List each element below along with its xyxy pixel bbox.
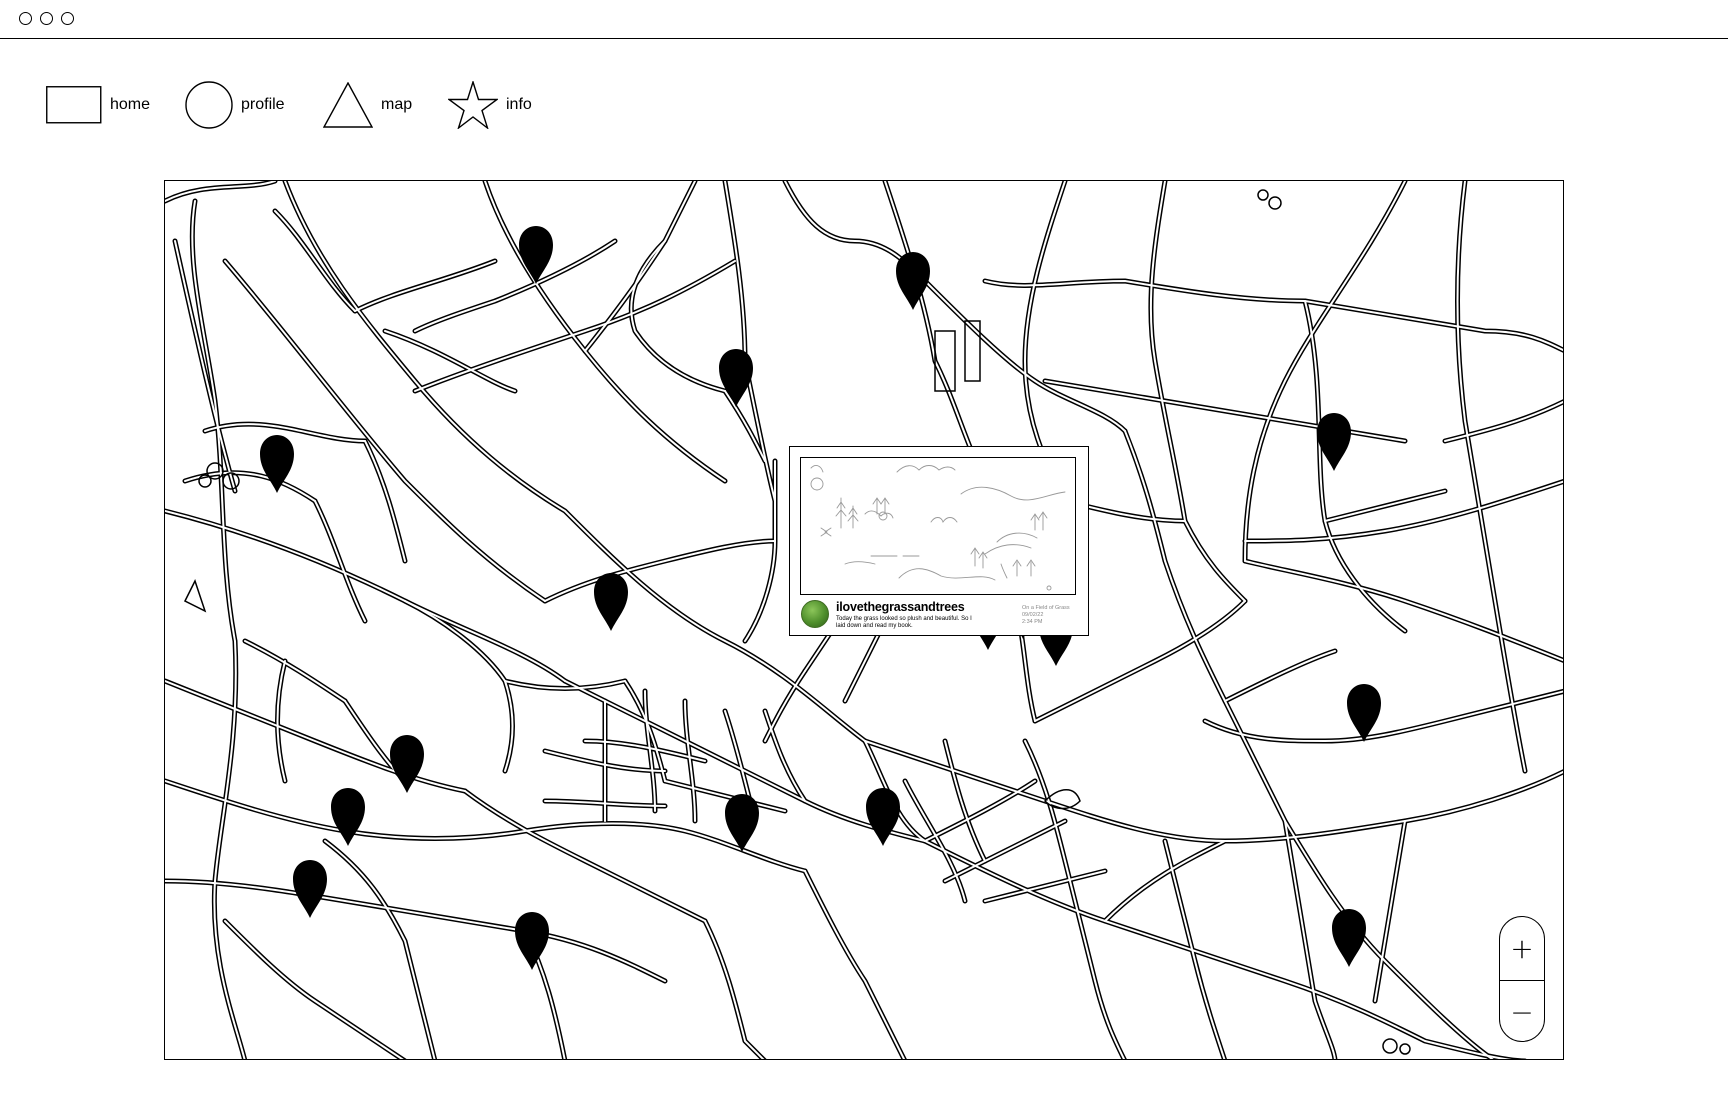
rectangle-icon — [46, 86, 102, 124]
map-pin-icon — [260, 435, 294, 493]
map-pin[interactable] — [330, 787, 366, 847]
map-pin-icon — [519, 226, 553, 284]
zoom-control: + − — [1499, 916, 1545, 1042]
nav-label-map: map — [381, 96, 413, 113]
map-pin[interactable] — [259, 434, 295, 494]
window-titlebar — [0, 0, 1728, 39]
nav-label-home: home — [110, 96, 151, 113]
map-pin-icon — [293, 860, 327, 918]
map-pin-icon — [594, 573, 628, 631]
nav-item-info[interactable]: info — [448, 81, 532, 129]
circle-icon — [185, 81, 233, 129]
post-username[interactable]: ilovethegrassandtrees — [836, 600, 965, 614]
map-pin-icon — [1332, 909, 1366, 967]
post-popup[interactable]: ilovethegrassandtrees Today the grass lo… — [789, 446, 1089, 636]
map-pin[interactable] — [724, 793, 760, 853]
map-pin[interactable] — [593, 572, 629, 632]
map-pin-icon — [331, 788, 365, 846]
map-pin-icon — [866, 788, 900, 846]
nav-label-profile: profile — [241, 96, 285, 113]
map-pin[interactable] — [1331, 908, 1367, 968]
triangle-icon — [323, 82, 373, 128]
map-pin[interactable] — [518, 225, 554, 285]
map-pin-icon — [1347, 684, 1381, 742]
grass-trees-illustration — [810, 465, 1066, 591]
zoom-out-button[interactable]: − — [1500, 980, 1544, 1041]
map-pin-icon — [515, 912, 549, 970]
nav-item-map[interactable]: map — [323, 82, 412, 128]
map-pin[interactable] — [292, 859, 328, 919]
nav-item-home[interactable]: home — [46, 86, 150, 124]
zoom-in-button[interactable]: + — [1500, 917, 1544, 980]
map-pin[interactable] — [865, 787, 901, 847]
map-pin[interactable] — [1316, 412, 1352, 472]
star-icon — [448, 81, 498, 129]
map-view[interactable]: ilovethegrassandtrees Today the grass lo… — [164, 180, 1564, 1060]
window-close-button[interactable] — [19, 12, 32, 25]
map-pin[interactable] — [1346, 683, 1382, 743]
map-pin[interactable] — [718, 348, 754, 408]
post-time: 2:34 PM — [1022, 619, 1043, 625]
post-caption: Today the grass looked so plush and beau… — [836, 616, 972, 629]
post-meta: On a Field of Grass 09/02/22 2:34 PM — [1022, 605, 1070, 626]
nav-item-profile[interactable]: profile — [185, 81, 285, 129]
map-pin-icon — [725, 794, 759, 852]
window-minimize-button[interactable] — [40, 12, 53, 25]
map-pin[interactable] — [514, 911, 550, 971]
post-image[interactable] — [800, 457, 1076, 595]
post-date: 09/02/22 — [1022, 612, 1044, 618]
map-pin[interactable] — [895, 251, 931, 311]
map-pin-icon — [719, 349, 753, 407]
window-maximize-button[interactable] — [61, 12, 74, 25]
avatar[interactable] — [801, 600, 829, 628]
nav-label-info: info — [506, 96, 532, 113]
post-location: On a Field of Grass — [1022, 605, 1070, 611]
map-pin-icon — [896, 252, 930, 310]
map-pin-icon — [390, 735, 424, 793]
map-pin[interactable] — [389, 734, 425, 794]
map-pin-icon — [1317, 413, 1351, 471]
